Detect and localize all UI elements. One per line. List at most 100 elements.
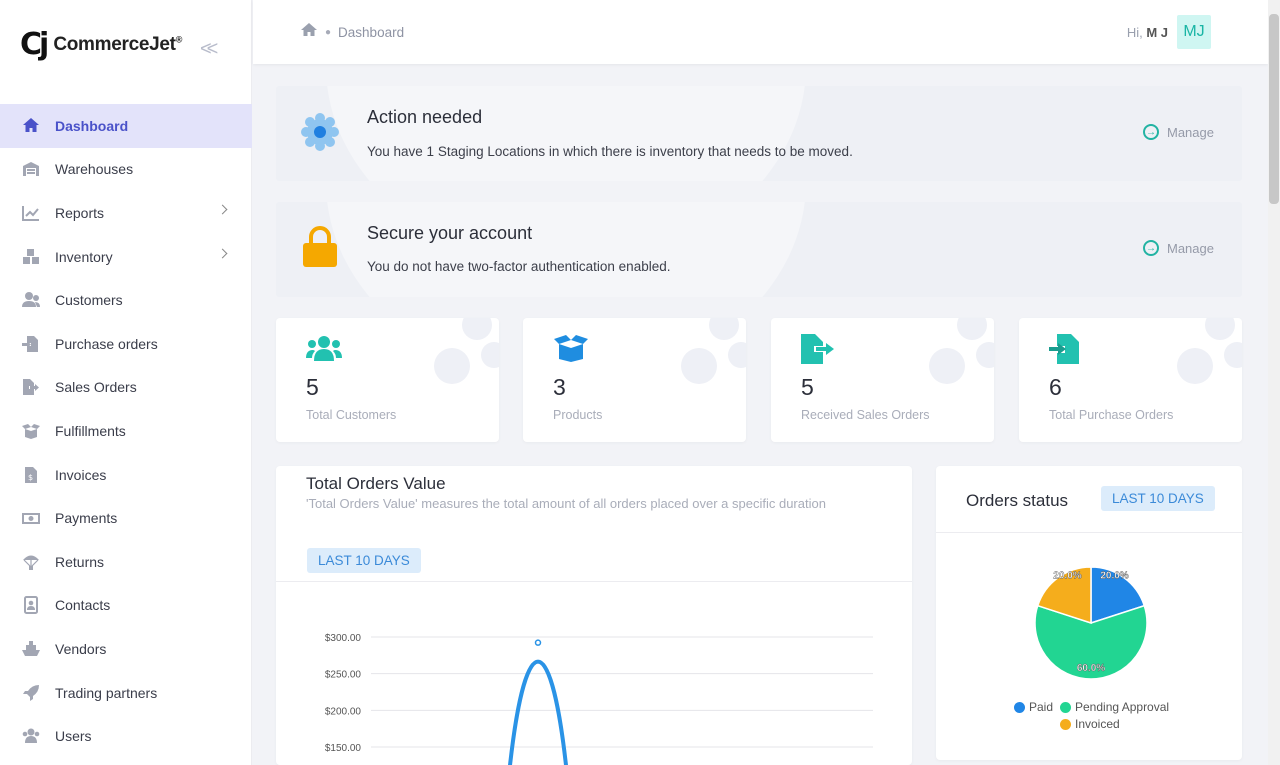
sidebar-item-label: Vendors xyxy=(55,640,107,657)
pie-data-label: 60.0% xyxy=(1077,663,1105,674)
sidebar-item-invoices[interactable]: $ Invoices xyxy=(0,453,252,497)
alert-title: Action needed xyxy=(367,107,483,127)
sidebar-item-label: Trading partners xyxy=(55,684,158,701)
scrollbar-thumb[interactable] xyxy=(1269,14,1279,204)
sidebar-item-vendors[interactable]: Vendors xyxy=(0,627,252,671)
sidebar-item-fulfillments[interactable]: Fulfillments xyxy=(0,409,252,453)
arrow-right-circle-icon: → xyxy=(1143,124,1159,140)
greeting-user-name: M J xyxy=(1146,25,1168,40)
box-open-icon xyxy=(20,422,42,440)
sidebar-item-dashboard[interactable]: Dashboard xyxy=(0,104,252,148)
sidebar-item-returns[interactable]: Returns xyxy=(0,540,252,584)
card-decoration xyxy=(681,348,717,384)
arrow-right-circle-icon: → xyxy=(1143,240,1159,256)
breadcrumb: ● Dashboard xyxy=(300,22,404,42)
sidebar-item-label: Dashboard xyxy=(55,117,129,134)
sidebar-item-label: Inventory xyxy=(55,248,113,265)
sidebar-item-sales-orders[interactable]: Sales Orders xyxy=(0,366,252,410)
ship-icon xyxy=(20,640,42,658)
legend-item-pending-approval[interactable]: Pending Approval xyxy=(1060,700,1169,714)
stat-total-purchase-orders[interactable]: 6 Total Purchase Orders xyxy=(1019,318,1242,442)
chevron-right-icon xyxy=(217,248,228,259)
sidebar-item-label: Reports xyxy=(55,204,105,221)
gear-icon xyxy=(300,112,340,157)
card-decoration xyxy=(1224,342,1242,368)
user-group-icon xyxy=(20,291,42,309)
invoice-icon: $ xyxy=(20,466,42,484)
orders-status-title: Orders status xyxy=(966,491,1069,510)
legend-swatch xyxy=(1014,701,1025,713)
sidebar-item-label: Contacts xyxy=(55,597,111,614)
pie-data-label: 20.0% xyxy=(1053,571,1081,582)
sidebar-item-label: Customers xyxy=(55,292,123,309)
sidebar-item-label: Invoices xyxy=(55,466,107,483)
card-decoration xyxy=(976,342,994,368)
card-decoration xyxy=(929,348,965,384)
lock-icon xyxy=(300,226,340,273)
card-decoration xyxy=(462,318,492,340)
sidebar-item-warehouses[interactable]: Warehouses xyxy=(0,148,252,192)
stat-value: 5 xyxy=(801,374,814,400)
brand-name: CommerceJet® xyxy=(53,34,182,56)
alert-decoration xyxy=(326,86,806,181)
manage-security-button[interactable]: → Manage xyxy=(1143,240,1214,256)
y-tick-label: $150.00 xyxy=(325,743,362,754)
sidebar-item-label: Warehouses xyxy=(55,161,134,178)
user-greeting: Hi, M J xyxy=(1127,25,1168,40)
home-icon xyxy=(20,117,42,135)
orders-status-range-button[interactable]: LAST 10 DAYS xyxy=(1101,486,1215,511)
legend-label: Pending Approval xyxy=(1075,700,1170,714)
sidebar-item-customers[interactable]: Customers xyxy=(0,278,252,322)
sidebar-item-trading-partners[interactable]: Trading partners xyxy=(0,671,252,715)
sidebar-item-label: Sales Orders xyxy=(55,379,137,396)
sidebar: Cj CommerceJet® << Dashboard Warehouses Re… xyxy=(0,0,252,765)
legend-item-invoiced[interactable]: Invoiced xyxy=(1060,717,1120,731)
svg-text:$: $ xyxy=(28,473,33,482)
stat-value: 5 xyxy=(306,374,319,400)
alert-text: You have 1 Staging Locations in which th… xyxy=(367,144,853,159)
users-icon xyxy=(306,334,342,367)
home-icon[interactable] xyxy=(300,22,318,42)
sidebar-item-reports[interactable]: Reports xyxy=(0,191,252,235)
file-import-icon xyxy=(20,335,42,353)
stat-total-customers[interactable]: 5 Total Customers xyxy=(276,318,499,442)
collapse-sidebar-icon[interactable]: << xyxy=(200,38,218,61)
avatar[interactable]: MJ xyxy=(1177,15,1211,49)
chart-line-icon xyxy=(20,204,42,222)
sidebar-item-purchase-orders[interactable]: Purchase orders xyxy=(0,322,252,366)
brand-registered-mark: ® xyxy=(175,34,183,45)
orders-value-range-button[interactable]: LAST 10 DAYS xyxy=(307,548,421,573)
card-decoration xyxy=(957,318,987,340)
rocket-icon xyxy=(20,684,42,702)
alert-text: You do not have two-factor authenticatio… xyxy=(367,259,671,274)
contact-card-icon xyxy=(20,596,42,615)
stat-label: Received Sales Orders xyxy=(801,408,930,422)
warehouse-icon xyxy=(20,160,42,178)
legend-swatch xyxy=(1060,701,1071,713)
brand-mark: Cj xyxy=(20,27,49,62)
brand-name-text: CommerceJet xyxy=(53,34,176,55)
y-tick-label: $200.00 xyxy=(325,706,362,717)
card-decoration xyxy=(728,342,746,368)
sidebar-item-inventory[interactable]: Inventory xyxy=(0,235,252,279)
sidebar-item-users[interactable]: Users xyxy=(0,714,252,758)
legend-item-paid[interactable]: Paid xyxy=(1014,700,1053,714)
alert-secure-account: Secure your account You do not have two-… xyxy=(276,202,1242,297)
brand-logo[interactable]: Cj CommerceJet® xyxy=(20,30,182,60)
data-point[interactable] xyxy=(534,639,542,646)
breadcrumb-current: Dashboard xyxy=(338,24,405,40)
breadcrumb-separator: ● xyxy=(325,26,332,38)
page-scrollbar[interactable] xyxy=(1268,0,1280,765)
orders-value-line-chart: $300.00 $250.00 $200.00 $150.00 xyxy=(325,633,873,765)
orders-status-panel: Orders status LAST 10 DAYS 20.0% 60.0% 20.… xyxy=(936,466,1242,760)
card-decoration xyxy=(1177,348,1213,384)
boxes-icon xyxy=(20,248,42,266)
stat-products[interactable]: 3 Products xyxy=(523,318,746,442)
orders-value-panel: Total Orders Value 'Total Orders Value' … xyxy=(276,466,912,765)
sidebar-item-label: Purchase orders xyxy=(55,335,158,352)
series-line xyxy=(508,659,568,765)
manage-staging-button[interactable]: → Manage xyxy=(1143,124,1214,140)
sidebar-item-contacts[interactable]: Contacts xyxy=(0,584,252,628)
sidebar-item-payments[interactable]: Payments xyxy=(0,496,252,540)
stat-received-sales-orders[interactable]: 5 Received Sales Orders xyxy=(771,318,994,442)
